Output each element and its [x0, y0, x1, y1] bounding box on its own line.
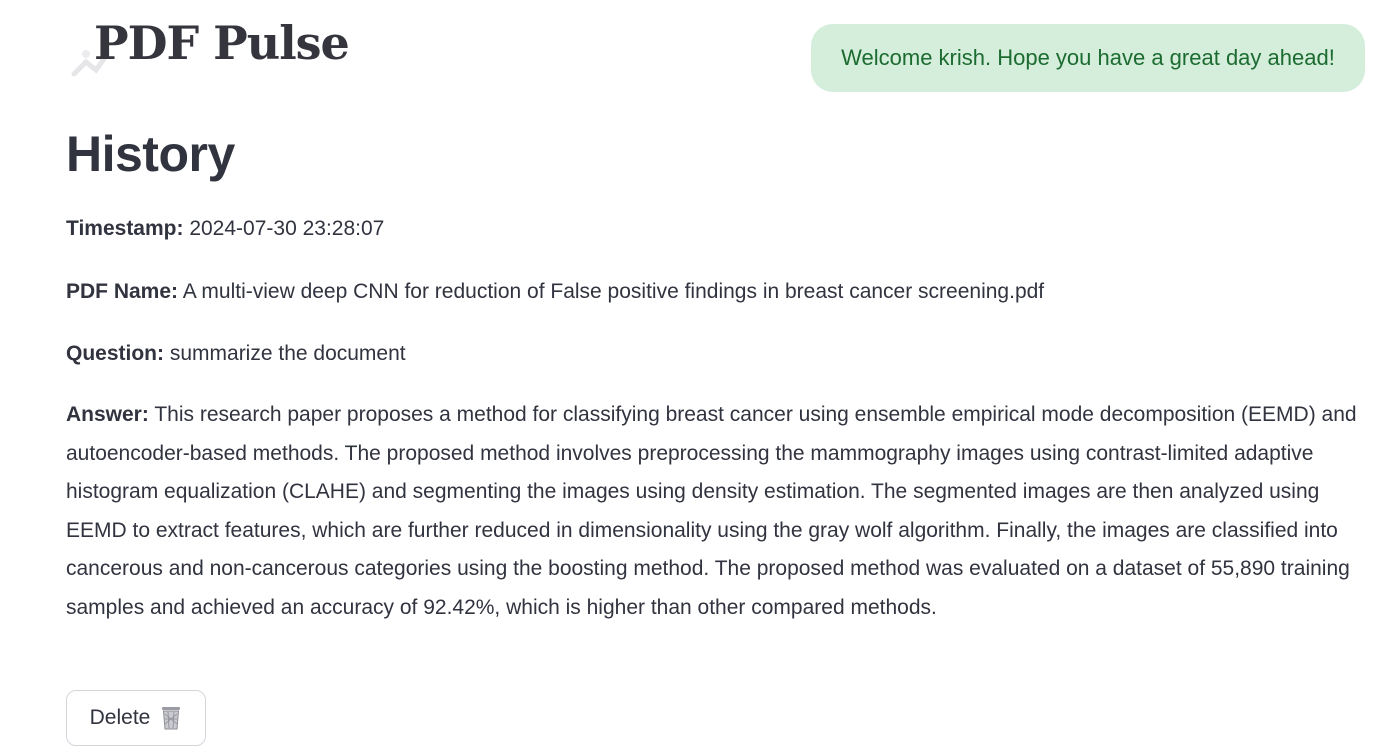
wastebasket-icon — [162, 707, 181, 730]
pdf-name-value: A multi-view deep CNN for reduction of F… — [182, 280, 1045, 303]
question-field: Question: summarize the document — [66, 335, 1366, 374]
welcome-toast: Welcome krish. Hope you have a great day… — [811, 24, 1365, 92]
page-title: History — [66, 126, 235, 182]
pdf-name-field: PDF Name: A multi-view deep CNN for redu… — [66, 273, 1366, 312]
timestamp-label: Timestamp: — [66, 217, 184, 240]
delete-button[interactable]: Delete — [66, 690, 206, 746]
question-label: Question: — [66, 342, 164, 365]
answer-field: Answer: This research paper proposes a m… — [66, 396, 1366, 627]
delete-button-label: Delete — [89, 706, 151, 729]
logo-text: PDF Pulse — [94, 16, 350, 70]
page: PDF Pulse Welcome krish. Hope you have a… — [0, 0, 1383, 747]
pdf-name-label: PDF Name: — [66, 280, 179, 303]
timestamp-field: Timestamp: 2024-07-30 23:28:07 — [66, 210, 1366, 249]
app-logo: PDF Pulse — [70, 14, 350, 80]
answer-label: Answer: — [66, 403, 149, 426]
answer-value: This research paper proposes a method fo… — [66, 403, 1357, 619]
history-section: History Timestamp: 2024-07-30 23:28:07 P… — [66, 118, 1366, 746]
timestamp-value: 2024-07-30 23:28:07 — [189, 217, 385, 240]
question-value: summarize the document — [169, 342, 406, 365]
